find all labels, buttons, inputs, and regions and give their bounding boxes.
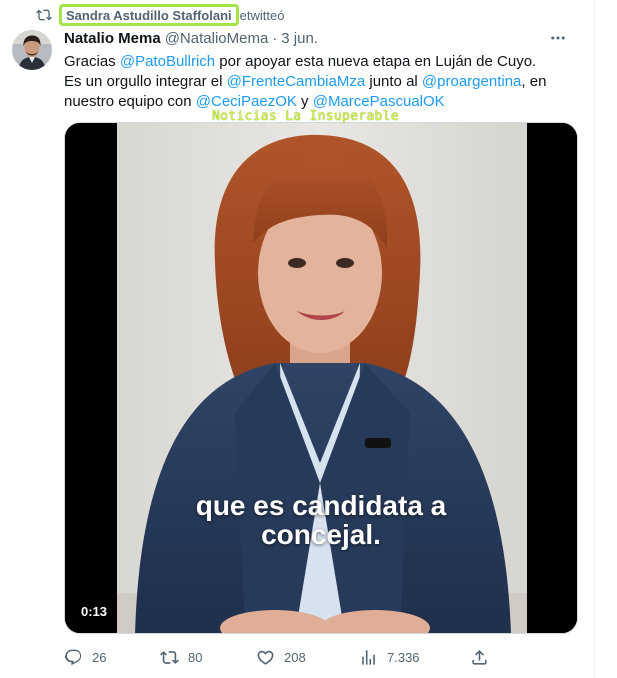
reply-button[interactable]: 26 bbox=[64, 646, 106, 668]
text-segment: Gracias bbox=[64, 53, 120, 70]
author-avatar[interactable] bbox=[12, 30, 52, 70]
reply-count: 26 bbox=[92, 649, 107, 665]
text-segment: , en bbox=[521, 73, 547, 90]
mention-patobullrich[interactable]: @PatoBullrich bbox=[120, 53, 215, 70]
retweet-button[interactable]: 80 bbox=[160, 646, 202, 668]
text-segment: nuestro equipo con bbox=[64, 93, 196, 110]
mention-marcepascualok[interactable]: @MarcePascualOK bbox=[313, 93, 445, 110]
more-horizontal-icon bbox=[551, 36, 565, 40]
retweet-count: 80 bbox=[188, 649, 203, 665]
author-name[interactable]: Natalio Mema bbox=[64, 30, 161, 47]
timeline-border bbox=[594, 0, 595, 678]
mention-frentecambiamza[interactable]: @FrenteCambiaMza bbox=[227, 73, 366, 90]
author-handle[interactable]: @NatalioMema bbox=[165, 30, 269, 47]
video-duration: 0:13 bbox=[76, 602, 113, 621]
tweet-actions: 26 80 208 7.336 bbox=[64, 646, 494, 668]
video-player[interactable] bbox=[64, 122, 578, 634]
retweet-action-icon bbox=[160, 650, 179, 664]
text-segment: junto al bbox=[365, 73, 422, 90]
tweet-text-line-2: Es un orgullo integrar el @FrenteCambiaM… bbox=[64, 72, 574, 92]
mention-proargentina[interactable]: @proargentina bbox=[422, 73, 521, 90]
tweet-text: Gracias @PatoBullrich por apoyar esta nu… bbox=[64, 52, 574, 112]
like-count: 208 bbox=[284, 649, 306, 665]
retweet-icon bbox=[36, 9, 52, 21]
share-icon bbox=[472, 649, 487, 665]
caption-line-2: concejal. bbox=[261, 519, 381, 550]
header-separator: · bbox=[272, 29, 278, 47]
video-caption: que es candidata a concejal. bbox=[64, 491, 578, 549]
caption-line-1: que es candidata a bbox=[195, 490, 447, 521]
views-button[interactable]: 7.336 bbox=[359, 646, 420, 668]
video-frame bbox=[65, 123, 577, 633]
tweet-date[interactable]: 3 jun. bbox=[281, 30, 318, 47]
like-button[interactable]: 208 bbox=[256, 646, 306, 668]
text-segment: Es un orgullo integrar el bbox=[64, 73, 227, 90]
heart-icon bbox=[257, 650, 274, 665]
tweet-header: Natalio Mema @NatalioMema · 3 jun. bbox=[64, 28, 584, 48]
retweeted-label: etwitteó bbox=[239, 7, 285, 23]
more-options-button[interactable] bbox=[546, 28, 570, 48]
share-button[interactable] bbox=[470, 646, 498, 668]
text-segment: por apoyar esta nueva etapa en Luján de … bbox=[215, 53, 537, 70]
mention-cecipaezok[interactable]: @CeciPaezOK bbox=[196, 93, 297, 110]
text-segment: y bbox=[296, 93, 313, 110]
watermark-text: Noticias La Insuperable bbox=[212, 109, 399, 124]
retweet-banner: Sandra Astudillo Staffolani etwitteó bbox=[36, 4, 284, 26]
views-chart-icon bbox=[362, 649, 375, 665]
views-count: 7.336 bbox=[387, 649, 420, 665]
tweet-text-line-1: Gracias @PatoBullrich por apoyar esta nu… bbox=[64, 52, 574, 72]
retweeter-name-link[interactable]: Sandra Astudillo Staffolani bbox=[59, 4, 239, 26]
reply-icon bbox=[64, 649, 82, 665]
